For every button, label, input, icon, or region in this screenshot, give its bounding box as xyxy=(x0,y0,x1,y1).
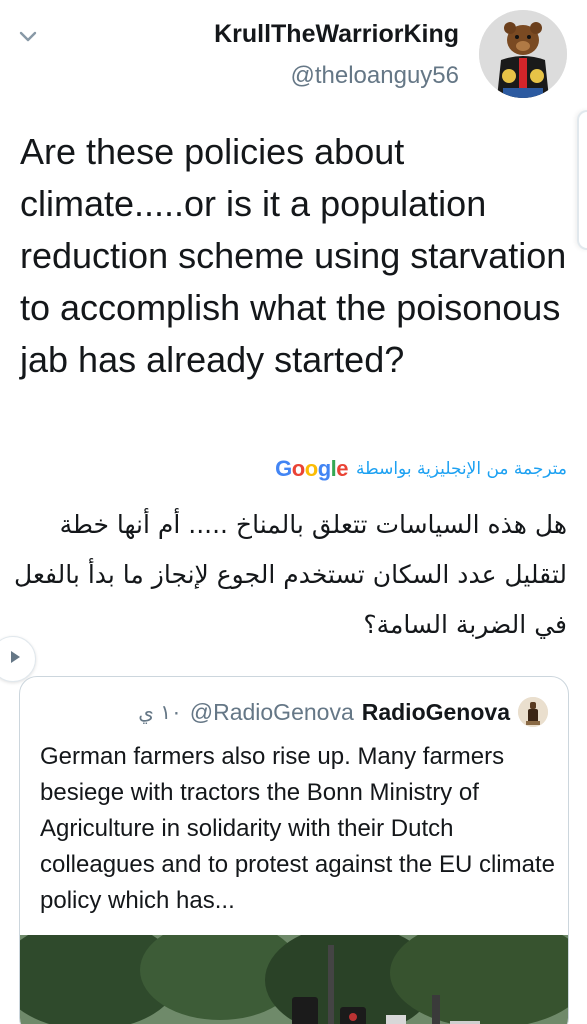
scroll-edge-handle[interactable] xyxy=(577,110,587,250)
avatar[interactable] xyxy=(479,10,567,98)
quoted-tweet-time: ١٠ ي xyxy=(138,700,182,724)
translated-by[interactable]: مترجمة من الإنجليزية بواسطة Google xyxy=(275,456,567,482)
quoted-tweet-handle[interactable]: @RadioGenova xyxy=(190,699,354,726)
author-display-name[interactable]: KrullTheWarriorKing xyxy=(214,20,459,49)
quoted-tweet-card[interactable]: ١٠ ي @RadioGenova RadioGenova German far… xyxy=(19,676,569,1024)
quoted-tweet-text: German farmers also rise up. Many farmer… xyxy=(40,743,555,914)
quoted-tweet-header: ١٠ ي @RadioGenova RadioGenova xyxy=(138,697,548,727)
quoted-tweet-image[interactable] xyxy=(20,935,568,1024)
play-arrow-icon xyxy=(9,650,21,669)
translated-by-label: مترجمة من الإنجليزية بواسطة xyxy=(356,459,567,479)
google-logo: Google xyxy=(275,456,349,481)
translated-text: هل هذه السياسات تتعلق بالمناخ ..... أم أ… xyxy=(14,510,567,639)
tweet-text: Are these policies about climate.....or … xyxy=(20,131,567,380)
author-handle[interactable]: @theloanguy56 xyxy=(291,62,460,90)
quoted-tweet-avatar[interactable] xyxy=(518,697,548,727)
quoted-tweet-name[interactable]: RadioGenova xyxy=(362,699,510,726)
